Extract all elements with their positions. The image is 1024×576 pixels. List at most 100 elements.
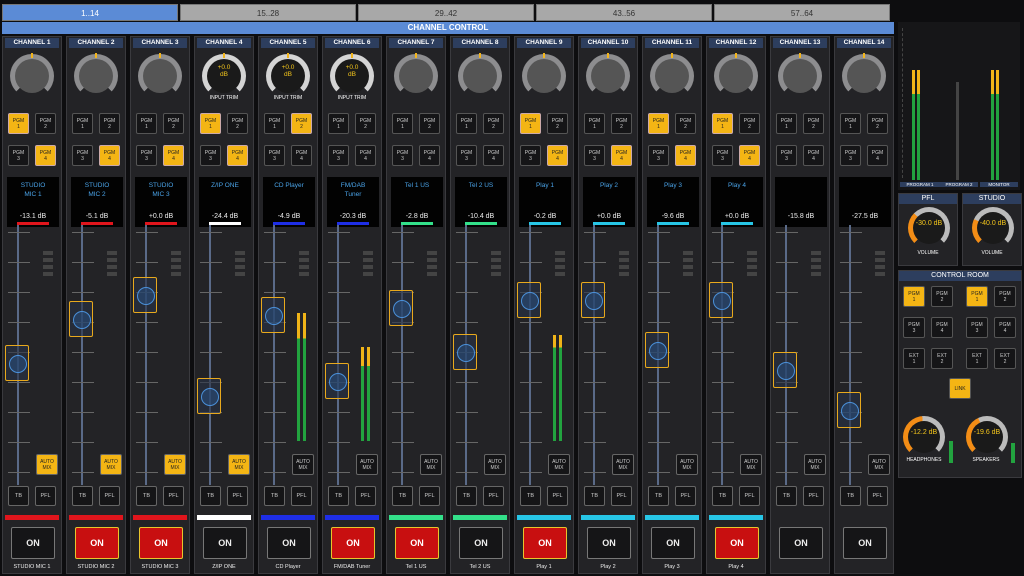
pfl-button[interactable]: PFL xyxy=(291,486,312,506)
pfl-button[interactable]: PFL xyxy=(675,486,696,506)
tb-button[interactable]: TB xyxy=(264,486,285,506)
automix-button[interactable]: AUTO MIX xyxy=(484,454,506,475)
channel-on-button[interactable]: ON xyxy=(331,527,375,559)
tb-button[interactable]: TB xyxy=(712,486,733,506)
channel-on-button[interactable]: ON xyxy=(651,527,695,559)
cr-pgm3-left[interactable]: PGM 3 xyxy=(903,317,925,338)
fader-cap[interactable] xyxy=(517,282,541,318)
input-trim-knob[interactable]: +0.0 dB xyxy=(202,54,246,98)
gain-knob[interactable] xyxy=(74,54,118,98)
pgm1-button[interactable]: PGM 1 xyxy=(776,113,797,134)
tb-button[interactable]: TB xyxy=(200,486,221,506)
fader-cap[interactable] xyxy=(581,282,605,318)
automix-button[interactable]: AUTO MIX xyxy=(612,454,634,475)
tb-button[interactable]: TB xyxy=(392,486,413,506)
tab-1--14[interactable]: 1..14 xyxy=(2,4,178,21)
pgm2-button[interactable]: PGM 2 xyxy=(35,113,56,134)
tb-button[interactable]: TB xyxy=(840,486,861,506)
pgm3-button[interactable]: PGM 3 xyxy=(264,145,285,166)
channel-on-button[interactable]: ON xyxy=(715,527,759,559)
pgm3-button[interactable]: PGM 3 xyxy=(520,145,541,166)
gain-knob[interactable] xyxy=(458,54,502,98)
pfl-button[interactable]: PFL xyxy=(611,486,632,506)
pgm4-button[interactable]: PGM 4 xyxy=(547,145,568,166)
pgm1-button[interactable]: PGM 1 xyxy=(840,113,861,134)
pgm4-button[interactable]: PGM 4 xyxy=(355,145,376,166)
pgm2-button[interactable]: PGM 2 xyxy=(291,113,312,134)
tb-button[interactable]: TB xyxy=(648,486,669,506)
pgm2-button[interactable]: PGM 2 xyxy=(419,113,440,134)
headphones-knob[interactable]: -12.2 dB xyxy=(903,416,945,458)
pfl-button[interactable]: PFL xyxy=(355,486,376,506)
link-button[interactable]: LINK xyxy=(949,378,971,399)
pgm3-button[interactable]: PGM 3 xyxy=(840,145,861,166)
automix-button[interactable]: AUTO MIX xyxy=(420,454,442,475)
cr-ext1-right[interactable]: EXT 1 xyxy=(966,348,988,369)
pgm2-button[interactable]: PGM 2 xyxy=(739,113,760,134)
tb-button[interactable]: TB xyxy=(584,486,605,506)
pfl-button[interactable]: PFL xyxy=(803,486,824,506)
automix-button[interactable]: AUTO MIX xyxy=(36,454,58,475)
cr-pgm1-left[interactable]: PGM 1 xyxy=(903,286,925,307)
channel-on-button[interactable]: ON xyxy=(395,527,439,559)
pgm4-button[interactable]: PGM 4 xyxy=(803,145,824,166)
pgm2-button[interactable]: PGM 2 xyxy=(611,113,632,134)
tb-button[interactable]: TB xyxy=(328,486,349,506)
pgm1-button[interactable]: PGM 1 xyxy=(264,113,285,134)
channel-on-button[interactable]: ON xyxy=(523,527,567,559)
gain-knob[interactable] xyxy=(522,54,566,98)
pfl-button[interactable]: PFL xyxy=(419,486,440,506)
pgm4-button[interactable]: PGM 4 xyxy=(163,145,184,166)
channel-on-button[interactable]: ON xyxy=(843,527,887,559)
channel-on-button[interactable]: ON xyxy=(75,527,119,559)
pfl-button[interactable]: PFL xyxy=(227,486,248,506)
automix-button[interactable]: AUTO MIX xyxy=(292,454,314,475)
automix-button[interactable]: AUTO MIX xyxy=(164,454,186,475)
pgm4-button[interactable]: PGM 4 xyxy=(739,145,760,166)
pgm3-button[interactable]: PGM 3 xyxy=(456,145,477,166)
pgm1-button[interactable]: PGM 1 xyxy=(200,113,221,134)
pfl-button[interactable]: PFL xyxy=(867,486,888,506)
fader-cap[interactable] xyxy=(709,282,733,318)
pgm1-button[interactable]: PGM 1 xyxy=(712,113,733,134)
channel-on-button[interactable]: ON xyxy=(267,527,311,559)
tb-button[interactable]: TB xyxy=(776,486,797,506)
pgm1-button[interactable]: PGM 1 xyxy=(520,113,541,134)
cr-ext2-left[interactable]: EXT 2 xyxy=(931,348,953,369)
pgm2-button[interactable]: PGM 2 xyxy=(99,113,120,134)
gain-knob[interactable] xyxy=(10,54,54,98)
pgm4-button[interactable]: PGM 4 xyxy=(99,145,120,166)
cr-pgm4-left[interactable]: PGM 4 xyxy=(931,317,953,338)
pgm3-button[interactable]: PGM 3 xyxy=(584,145,605,166)
fader-cap[interactable] xyxy=(5,345,29,381)
pgm3-button[interactable]: PGM 3 xyxy=(136,145,157,166)
pgm2-button[interactable]: PGM 2 xyxy=(867,113,888,134)
pfl-button[interactable]: PFL xyxy=(547,486,568,506)
tab-57--64[interactable]: 57..64 xyxy=(714,4,890,21)
channel-on-button[interactable]: ON xyxy=(11,527,55,559)
pgm3-button[interactable]: PGM 3 xyxy=(8,145,29,166)
pgm4-button[interactable]: PGM 4 xyxy=(291,145,312,166)
pgm2-button[interactable]: PGM 2 xyxy=(355,113,376,134)
pfl-button[interactable]: PFL xyxy=(739,486,760,506)
input-trim-knob[interactable]: +0.0 dB xyxy=(266,54,310,98)
tb-button[interactable]: TB xyxy=(72,486,93,506)
fader-cap[interactable] xyxy=(261,297,285,333)
cr-pgm1-right[interactable]: PGM 1 xyxy=(966,286,988,307)
pgm3-button[interactable]: PGM 3 xyxy=(200,145,221,166)
gain-knob[interactable] xyxy=(650,54,694,98)
automix-button[interactable]: AUTO MIX xyxy=(676,454,698,475)
channel-on-button[interactable]: ON xyxy=(587,527,631,559)
cr-ext1-left[interactable]: EXT 1 xyxy=(903,348,925,369)
pgm1-button[interactable]: PGM 1 xyxy=(392,113,413,134)
tab-43--56[interactable]: 43..56 xyxy=(536,4,712,21)
cr-pgm2-left[interactable]: PGM 2 xyxy=(931,286,953,307)
cr-pgm4-right[interactable]: PGM 4 xyxy=(994,317,1016,338)
fader-cap[interactable] xyxy=(645,332,669,368)
pgm3-button[interactable]: PGM 3 xyxy=(776,145,797,166)
pgm2-button[interactable]: PGM 2 xyxy=(227,113,248,134)
channel-on-button[interactable]: ON xyxy=(459,527,503,559)
pgm1-button[interactable]: PGM 1 xyxy=(72,113,93,134)
gain-knob[interactable] xyxy=(842,54,886,98)
tab-29--42[interactable]: 29..42 xyxy=(358,4,534,21)
